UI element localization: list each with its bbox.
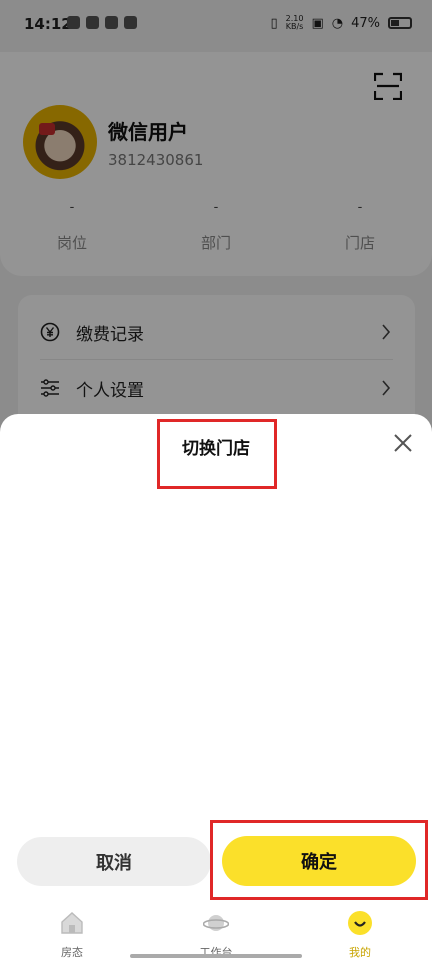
tab-label: 房态	[61, 946, 83, 959]
house-icon	[61, 912, 83, 934]
sheet-title: 切换门店	[182, 439, 250, 459]
tab-workbench[interactable]: 工作台	[156, 910, 276, 960]
confirm-button[interactable]: 确定	[222, 836, 416, 886]
smile-icon	[348, 911, 372, 935]
tab-room-status[interactable]: 房态	[12, 910, 132, 960]
planet-icon	[202, 915, 230, 931]
tab-mine[interactable]: 我的	[300, 910, 420, 960]
cancel-button[interactable]: 取消	[17, 837, 211, 886]
tab-label: 我的	[349, 946, 371, 959]
home-indicator	[130, 954, 302, 958]
close-icon[interactable]	[392, 432, 414, 454]
switch-store-sheet: 切换门店 取消 确定 房态 工作台 我的	[0, 414, 432, 964]
